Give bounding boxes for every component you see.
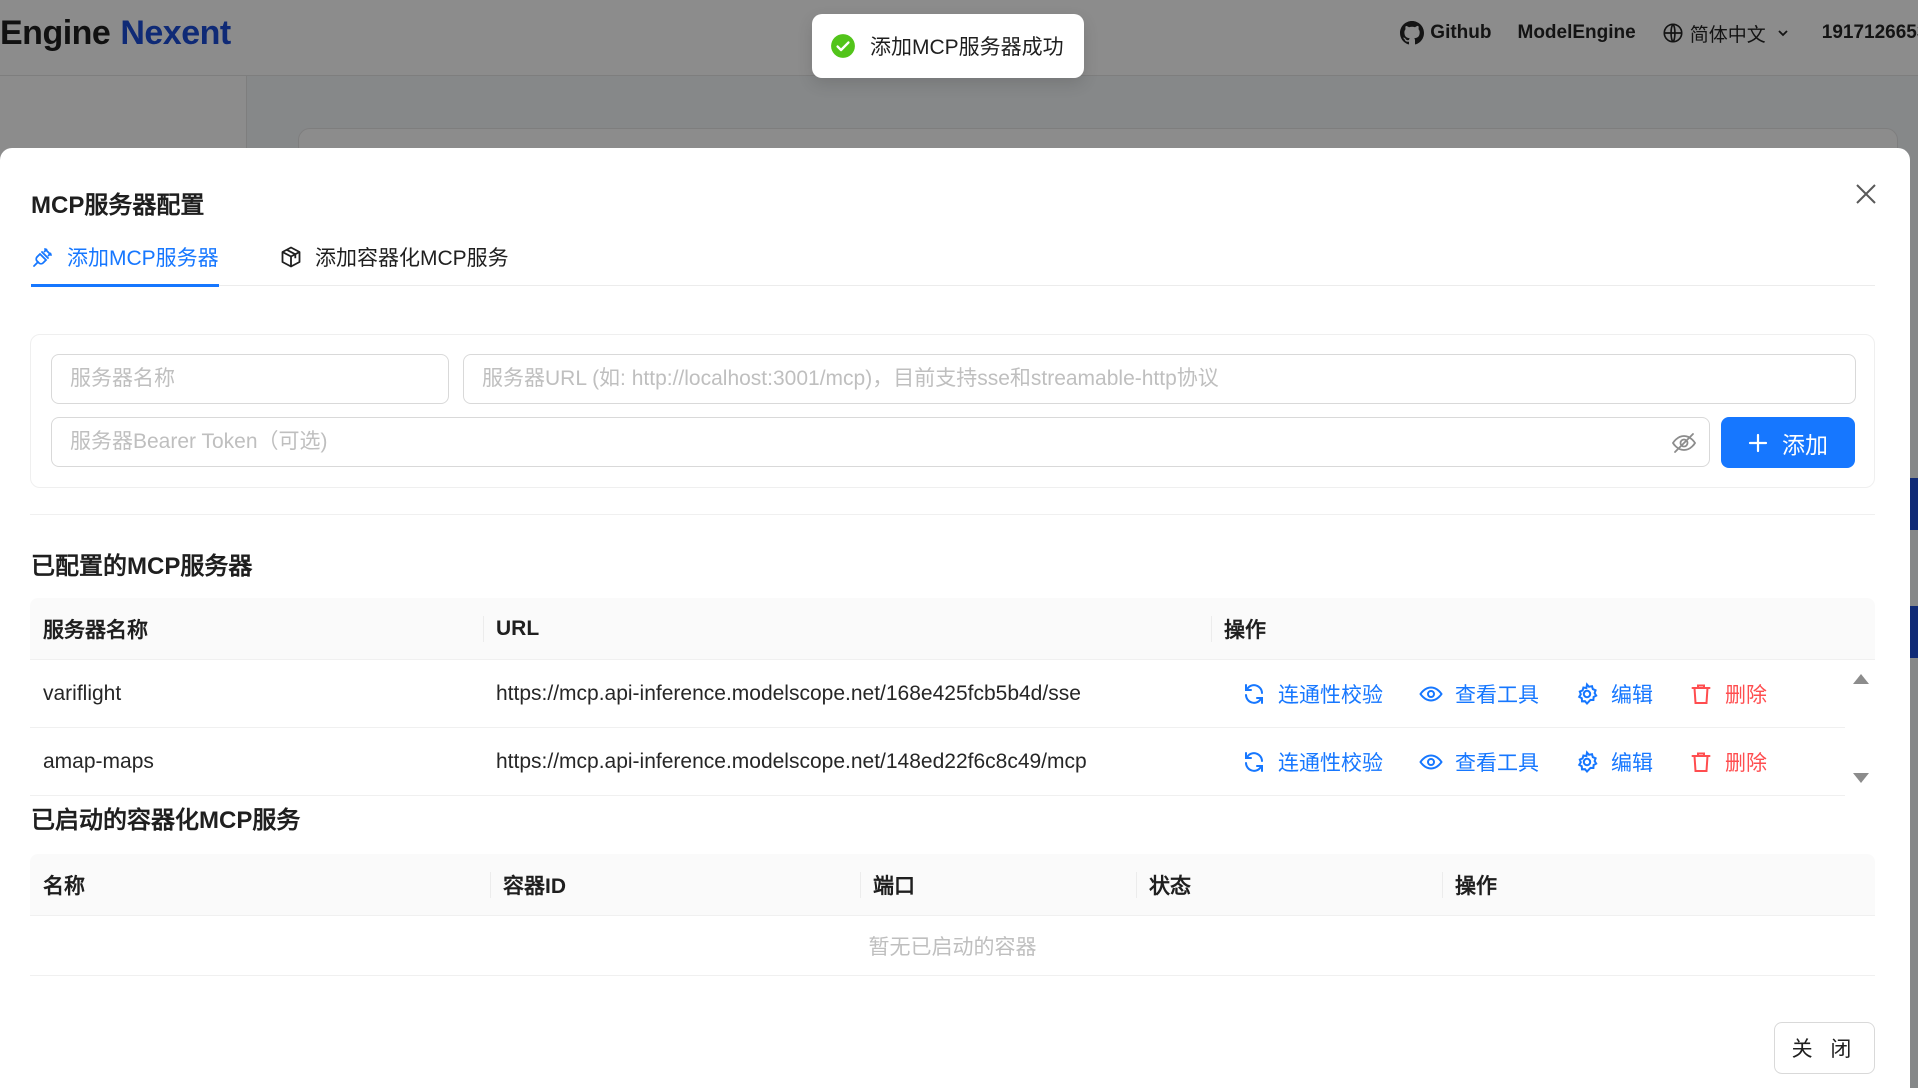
view-tools-button[interactable]: 查看工具 bbox=[1419, 679, 1539, 709]
scroll-up-arrow[interactable] bbox=[1853, 674, 1869, 684]
table-row: variflight https://mcp.api-inference.mod… bbox=[30, 660, 1845, 728]
empty-state-text: 暂无已启动的容器 bbox=[30, 916, 1875, 976]
refresh-icon bbox=[1245, 752, 1263, 772]
table-row: amap-maps https://mcp.api-inference.mode… bbox=[30, 728, 1845, 796]
add-server-form: 添加 bbox=[30, 334, 1875, 488]
configured-servers-table: 服务器名称 URL 操作 variflight https://mcp.api-… bbox=[30, 598, 1875, 796]
edit-button[interactable]: 编辑 bbox=[1575, 747, 1653, 777]
view-tools-label: 查看工具 bbox=[1455, 684, 1539, 707]
tab-add-container-mcp[interactable]: 添加容器化MCP服务 bbox=[279, 228, 509, 286]
server-url-cell: https://mcp.api-inference.modelscope.net… bbox=[496, 682, 1081, 705]
server-name-cell: variflight bbox=[43, 682, 122, 705]
close-button[interactable]: 关 闭 bbox=[1774, 1022, 1875, 1074]
column-header: 端口 bbox=[860, 854, 1136, 916]
trash-icon bbox=[1691, 752, 1711, 772]
add-label: 添加 bbox=[1782, 431, 1828, 458]
trash-icon bbox=[1691, 684, 1711, 704]
delete-button[interactable]: 删除 bbox=[1689, 747, 1767, 777]
divider bbox=[30, 514, 1875, 515]
bearer-token-input[interactable] bbox=[51, 417, 1710, 467]
column-header: 容器ID bbox=[490, 854, 860, 916]
modal-tabs: 添加MCP服务器 添加容器化MCP服务 bbox=[31, 228, 1875, 287]
table-header: 服务器名称 URL 操作 bbox=[30, 598, 1875, 660]
server-name-input[interactable] bbox=[51, 354, 449, 404]
configured-servers-title: 已配置的MCP服务器 bbox=[31, 553, 253, 580]
server-name-cell: amap-maps bbox=[43, 750, 154, 773]
check-circle-icon bbox=[831, 34, 855, 58]
modal-title: MCP服务器配置 bbox=[31, 192, 205, 219]
edit-label: 编辑 bbox=[1611, 684, 1653, 707]
actions-cell: 连通性校验 查看工具 编辑 删除 bbox=[1229, 660, 1845, 728]
scroll-down-arrow[interactable] bbox=[1853, 773, 1869, 783]
delete-label: 删除 bbox=[1725, 684, 1767, 707]
view-tools-button[interactable]: 查看工具 bbox=[1419, 747, 1539, 777]
column-header: URL bbox=[483, 598, 1211, 660]
column-header: 状态 bbox=[1136, 854, 1442, 916]
edit-button[interactable]: 编辑 bbox=[1575, 679, 1653, 709]
eye-off-icon[interactable] bbox=[1671, 431, 1697, 455]
tab-label: 添加MCP服务器 bbox=[67, 247, 219, 270]
gear-icon bbox=[1577, 750, 1598, 773]
server-url-input[interactable] bbox=[463, 354, 1856, 404]
check-connectivity-button[interactable]: 连通性校验 bbox=[1242, 747, 1383, 777]
delete-button[interactable]: 删除 bbox=[1689, 679, 1767, 709]
eye-icon bbox=[1419, 686, 1443, 702]
gear-icon bbox=[1577, 682, 1598, 705]
actions-cell: 连通性校验 查看工具 编辑 删除 bbox=[1229, 728, 1845, 796]
edit-label: 编辑 bbox=[1611, 752, 1653, 775]
plus-icon bbox=[1748, 433, 1768, 452]
tab-add-mcp-server[interactable]: 添加MCP服务器 bbox=[31, 228, 219, 287]
close-icon[interactable] bbox=[1850, 178, 1882, 210]
tab-label: 添加容器化MCP服务 bbox=[315, 247, 509, 270]
check-label: 连通性校验 bbox=[1278, 752, 1383, 775]
view-tools-label: 查看工具 bbox=[1455, 752, 1539, 775]
column-header: 操作 bbox=[1211, 598, 1845, 660]
add-server-button[interactable]: 添加 bbox=[1721, 417, 1855, 468]
success-toast: 添加MCP服务器成功 bbox=[812, 14, 1084, 78]
server-url-cell: https://mcp.api-inference.modelscope.net… bbox=[496, 750, 1087, 773]
containers-title: 已启动的容器化MCP服务 bbox=[31, 807, 301, 834]
column-header: 操作 bbox=[1442, 854, 1875, 916]
check-label: 连通性校验 bbox=[1278, 684, 1383, 707]
column-header: 服务器名称 bbox=[43, 619, 148, 642]
check-connectivity-button[interactable]: 连通性校验 bbox=[1242, 679, 1383, 709]
toast-message: 添加MCP服务器成功 bbox=[870, 36, 1064, 59]
refresh-icon bbox=[1245, 684, 1263, 704]
containers-table: 名称 容器ID 端口 状态 操作 暂无已启动的容器 bbox=[30, 854, 1875, 978]
delete-label: 删除 bbox=[1725, 752, 1767, 775]
cube-icon bbox=[281, 246, 301, 268]
plug-icon bbox=[33, 248, 52, 267]
table-header: 名称 容器ID 端口 状态 操作 bbox=[30, 854, 1875, 916]
eye-icon bbox=[1419, 754, 1443, 770]
column-header: 名称 bbox=[43, 875, 85, 898]
